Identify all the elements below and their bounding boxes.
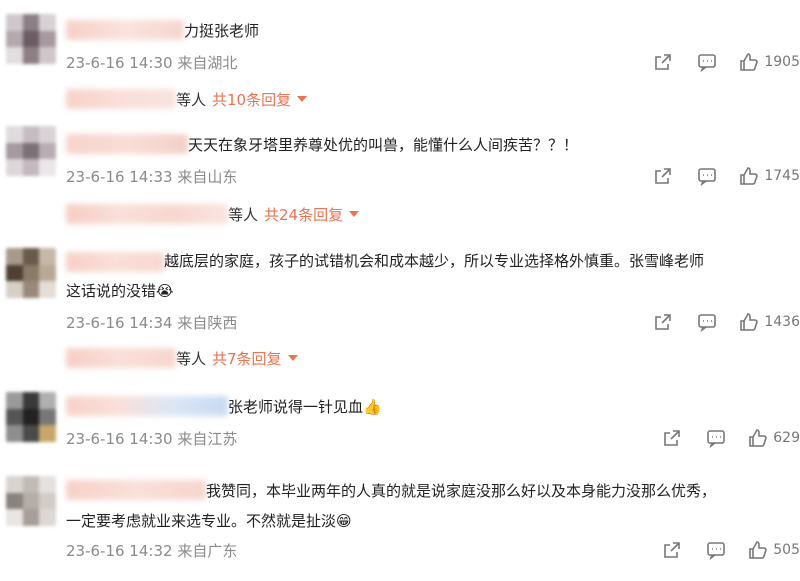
username-blurred[interactable] xyxy=(66,480,206,500)
reply-summary[interactable]: 等人 共7条回复 xyxy=(66,346,298,370)
replier-names-blurred xyxy=(66,204,228,224)
comment-icon[interactable] xyxy=(705,539,727,561)
avatar[interactable] xyxy=(6,126,56,176)
reply-summary[interactable]: 等人 共24条回复 xyxy=(66,202,360,226)
comment-actions: 1905 xyxy=(652,51,800,73)
comment-location: 来自江苏 xyxy=(177,430,238,448)
avatar[interactable] xyxy=(6,392,56,442)
comment-text: 越底层的家庭，孩子的试错机会和成本越少，所以专业选择格外慎重。张雪峰老师 xyxy=(164,252,705,270)
like-count: 1905 xyxy=(764,54,800,70)
like-count: 629 xyxy=(773,430,800,446)
comment-date: 23-6-16 14:32 xyxy=(66,542,173,560)
like-count: 505 xyxy=(773,542,800,558)
comment-date: 23-6-16 14:30 xyxy=(66,430,173,448)
comment-date: 23-6-16 14:30 xyxy=(66,54,173,72)
username-blurred[interactable] xyxy=(66,396,228,416)
comment-item: 张老师说得一针见血👍 23-6-16 14:30 来自江苏 629 xyxy=(0,380,800,450)
reply-etc: 等人 xyxy=(228,205,259,224)
comment-date: 23-6-16 14:33 xyxy=(66,168,173,186)
comment-actions: 1745 xyxy=(652,165,800,187)
comment-meta: 23-6-16 14:32 来自广东 xyxy=(66,540,237,561)
like-icon[interactable] xyxy=(738,165,760,187)
comment-date: 23-6-16 14:34 xyxy=(66,314,173,332)
share-icon[interactable] xyxy=(661,539,683,561)
like-count: 1745 xyxy=(764,168,800,184)
avatar[interactable] xyxy=(6,476,56,526)
avatar[interactable] xyxy=(6,14,56,64)
chevron-down-icon[interactable] xyxy=(349,211,360,217)
more-replies-link[interactable]: 共10条回复 xyxy=(212,89,291,110)
comment-meta: 23-6-16 14:30 来自湖北 xyxy=(66,52,237,73)
comment-icon[interactable] xyxy=(705,427,727,449)
replier-names-blurred xyxy=(66,89,176,109)
comment-text: 张老师说得一针见血👍 xyxy=(228,398,382,416)
comment-actions: 1436 xyxy=(652,311,800,333)
username-blurred[interactable] xyxy=(66,134,188,154)
comment-text: 天天在象牙塔里养尊处优的叫兽，能懂什么人间疾苦？？！ xyxy=(188,136,579,154)
comment-actions: 629 xyxy=(661,427,800,449)
comment-location: 来自陕西 xyxy=(177,314,238,332)
like-count: 1436 xyxy=(764,314,800,330)
like-icon[interactable] xyxy=(738,311,760,333)
like-icon[interactable] xyxy=(747,539,769,561)
comment-item: 越底层的家庭，孩子的试错机会和成本越少，所以专业选择格外慎重。张雪峰老师 这话说… xyxy=(0,236,800,376)
more-replies-link[interactable]: 共7条回复 xyxy=(212,348,282,369)
replier-names-blurred xyxy=(66,348,176,368)
reply-summary[interactable]: 等人 共10条回复 xyxy=(66,87,308,111)
comment-item: 力挺张老师 23-6-16 14:30 来自湖北 1905 等人 共10条回复 xyxy=(0,0,800,115)
comment-text: 力挺张老师 xyxy=(184,22,260,40)
comment-location: 来自湖北 xyxy=(177,54,238,72)
comment-meta: 23-6-16 14:33 来自山东 xyxy=(66,166,237,187)
share-icon[interactable] xyxy=(652,51,674,73)
comment-icon[interactable] xyxy=(696,51,718,73)
comment-item: 天天在象牙塔里养尊处优的叫兽，能懂什么人间疾苦？？！ 23-6-16 14:33… xyxy=(0,118,800,233)
comment-text: 我赞同，本毕业两年的人真的就是说家庭没那么好以及本身能力没那么优秀， xyxy=(206,482,717,500)
more-replies-link[interactable]: 共24条回复 xyxy=(264,204,343,225)
share-icon[interactable] xyxy=(652,311,674,333)
like-icon[interactable] xyxy=(747,427,769,449)
chevron-down-icon[interactable] xyxy=(287,355,298,361)
comment-location: 来自山东 xyxy=(177,168,238,186)
comment-item: 我赞同，本毕业两年的人真的就是说家庭没那么好以及本身能力没那么优秀， 一定要考虑… xyxy=(0,468,800,581)
username-blurred[interactable] xyxy=(66,252,164,272)
reply-etc: 等人 xyxy=(176,90,207,109)
comment-icon[interactable] xyxy=(696,311,718,333)
share-icon[interactable] xyxy=(652,165,674,187)
chevron-down-icon[interactable] xyxy=(297,96,308,102)
comment-text-line2: 一定要考虑就业来选专业。不然就是扯淡😁 xyxy=(66,512,352,530)
username-blurred[interactable] xyxy=(66,20,184,40)
like-icon[interactable] xyxy=(738,51,760,73)
comment-actions: 505 xyxy=(661,539,800,561)
comment-location: 来自广东 xyxy=(177,542,238,560)
comment-meta: 23-6-16 14:30 来自江苏 xyxy=(66,428,237,449)
share-icon[interactable] xyxy=(661,427,683,449)
comment-text-line2: 这话说的没错😭 xyxy=(66,282,174,300)
comment-icon[interactable] xyxy=(696,165,718,187)
avatar[interactable] xyxy=(6,248,56,298)
reply-etc: 等人 xyxy=(176,349,207,368)
comment-meta: 23-6-16 14:34 来自陕西 xyxy=(66,312,237,333)
